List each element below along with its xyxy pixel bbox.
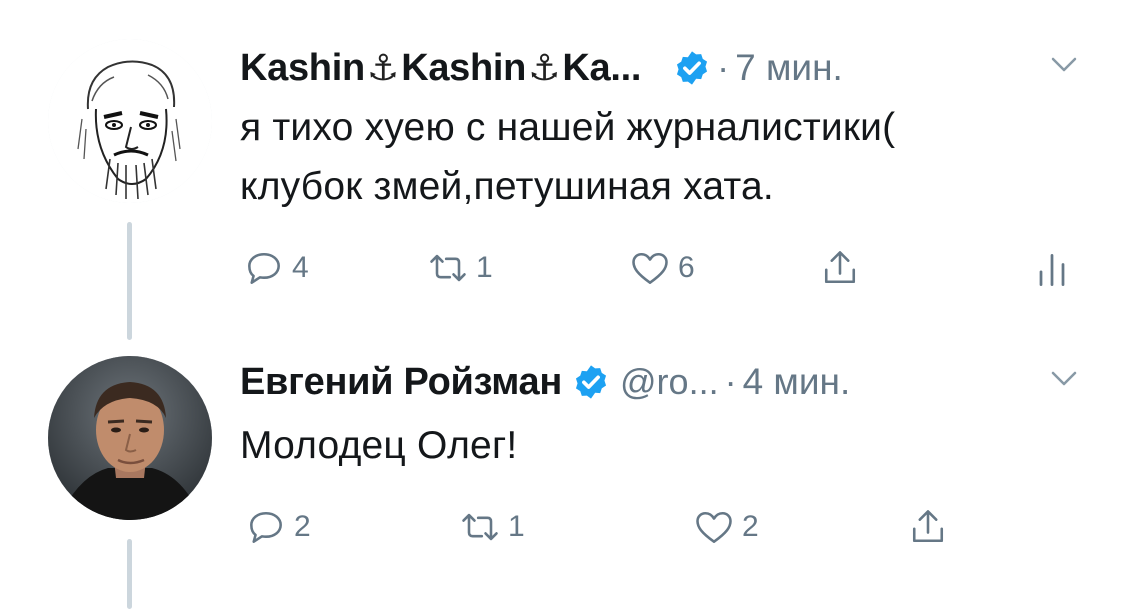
verified-badge-icon: [677, 51, 708, 85]
retweet-icon: [462, 513, 498, 541]
tweet-header: Kashin ⚓ Kashin ⚓ Ka... · 7 мин.: [240, 42, 843, 94]
separator-dot: ·: [717, 47, 730, 88]
analytics-button[interactable]: [1030, 245, 1074, 295]
timestamp[interactable]: 4 мин.: [743, 361, 851, 403]
reply-icon: [250, 511, 282, 543]
author-name-part[interactable]: Kashin: [401, 47, 526, 90]
verified-badge-icon: [575, 365, 607, 399]
retweet-count: 1: [476, 251, 493, 284]
reply-button[interactable]: 2: [244, 502, 311, 552]
reply-button[interactable]: 4: [242, 243, 309, 293]
retweet-button[interactable]: 1: [458, 502, 525, 552]
share-icon: [912, 510, 944, 543]
author-name-part[interactable]: Ka...: [562, 47, 641, 90]
author-name[interactable]: Kashin: [240, 47, 365, 90]
tweet-kashin[interactable]: Kashin ⚓ Kashin ⚓ Ka... · 7 мин. я тихо …: [0, 0, 1125, 340]
reply-icon: [248, 252, 280, 284]
like-count: 6: [678, 251, 695, 284]
like-button[interactable]: 2: [692, 502, 759, 552]
analytics-icon: [1039, 253, 1065, 287]
author-name[interactable]: Евгений Ройзман: [240, 361, 562, 404]
chevron-down-icon[interactable]: [1050, 370, 1078, 388]
avatar-roizman[interactable]: [48, 356, 212, 520]
retweet-count: 1: [508, 510, 525, 543]
author-handle[interactable]: @ro...: [620, 361, 719, 403]
thread-line: [127, 539, 132, 609]
like-icon: [696, 511, 732, 543]
tweet-roizman[interactable]: Евгений Ройзман @ro... · 4 мин. Молодец …: [0, 330, 1125, 609]
anchor-emoji: ⚓: [366, 47, 400, 88]
anchor-emoji: ⚓: [528, 47, 561, 88]
chevron-down-icon[interactable]: [1050, 56, 1078, 74]
profile-photo-image: [48, 356, 212, 520]
share-button[interactable]: [906, 502, 950, 552]
sketch-portrait-image: [48, 39, 212, 203]
reply-count: 2: [294, 510, 311, 543]
reply-count: 4: [292, 251, 309, 284]
tweet-header: Евгений Ройзман @ro... · 4 мин.: [240, 356, 850, 408]
tweet-text: Молодец Олег!: [240, 424, 518, 467]
like-icon: [632, 252, 668, 284]
avatar-kashin[interactable]: [48, 39, 212, 203]
share-button[interactable]: [818, 243, 862, 293]
share-icon: [824, 251, 856, 284]
tweet-text: я тихо хуею с нашей журналистики( клубок…: [240, 106, 896, 208]
retweet-button[interactable]: 1: [426, 243, 493, 293]
separator-dot: ·: [724, 361, 737, 402]
retweet-icon: [430, 254, 466, 282]
like-button[interactable]: 6: [628, 243, 695, 293]
timestamp[interactable]: 7 мин.: [735, 47, 843, 89]
thread-line: [127, 222, 132, 340]
like-count: 2: [742, 510, 759, 543]
